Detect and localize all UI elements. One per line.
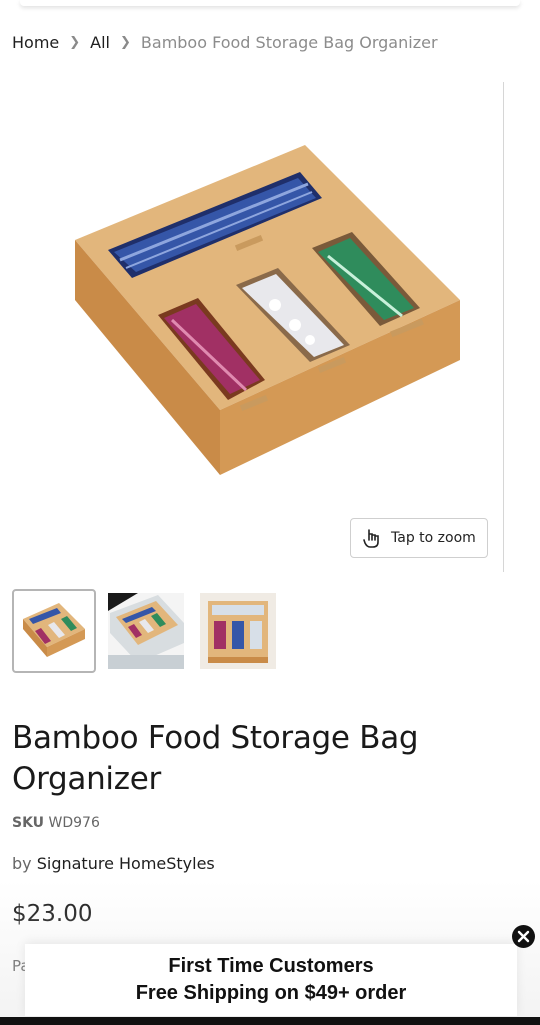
breadcrumb: Home ❯ All ❯ Bamboo Food Storage Bag Org…: [12, 33, 438, 52]
sku-value: WD976: [48, 815, 100, 831]
sku-label: SKU: [12, 815, 45, 831]
zoom-label: Tap to zoom: [391, 530, 476, 546]
vendor-link[interactable]: Signature HomeStyles: [37, 854, 215, 873]
product-price: $23.00: [12, 901, 93, 927]
thumbnail-1[interactable]: [12, 589, 96, 673]
bottom-bar: [0, 1017, 540, 1025]
gallery-divider: [503, 82, 504, 572]
tap-to-zoom-button[interactable]: Tap to zoom: [350, 518, 488, 558]
promo-line-1: First Time Customers: [168, 955, 374, 977]
close-icon[interactable]: [512, 925, 535, 948]
breadcrumb-all[interactable]: All: [90, 33, 110, 52]
product-main-image[interactable]: [60, 140, 470, 485]
vendor: by Signature HomeStyles: [12, 854, 215, 873]
chevron-right-icon: ❯: [69, 35, 81, 50]
promo-banner[interactable]: First Time Customers Free Shipping on $4…: [25, 944, 517, 1016]
hand-pointer-icon: [361, 527, 383, 549]
vendor-prefix: by: [12, 854, 32, 873]
product-title: Bamboo Food Storage Bag Organizer: [12, 720, 419, 797]
thumbnail-2[interactable]: [104, 589, 188, 673]
thumbnail-3[interactable]: [196, 589, 280, 673]
breadcrumb-current: Bamboo Food Storage Bag Organizer: [140, 33, 438, 52]
breadcrumb-home[interactable]: Home: [12, 33, 59, 52]
thumbnail-strip: [12, 589, 280, 673]
header-shadow: [20, 0, 520, 6]
promo-line-2: Free Shipping on $49+ order: [135, 982, 407, 1004]
sku: SKU WD976: [12, 815, 100, 831]
chevron-right-icon: ❯: [120, 35, 131, 50]
